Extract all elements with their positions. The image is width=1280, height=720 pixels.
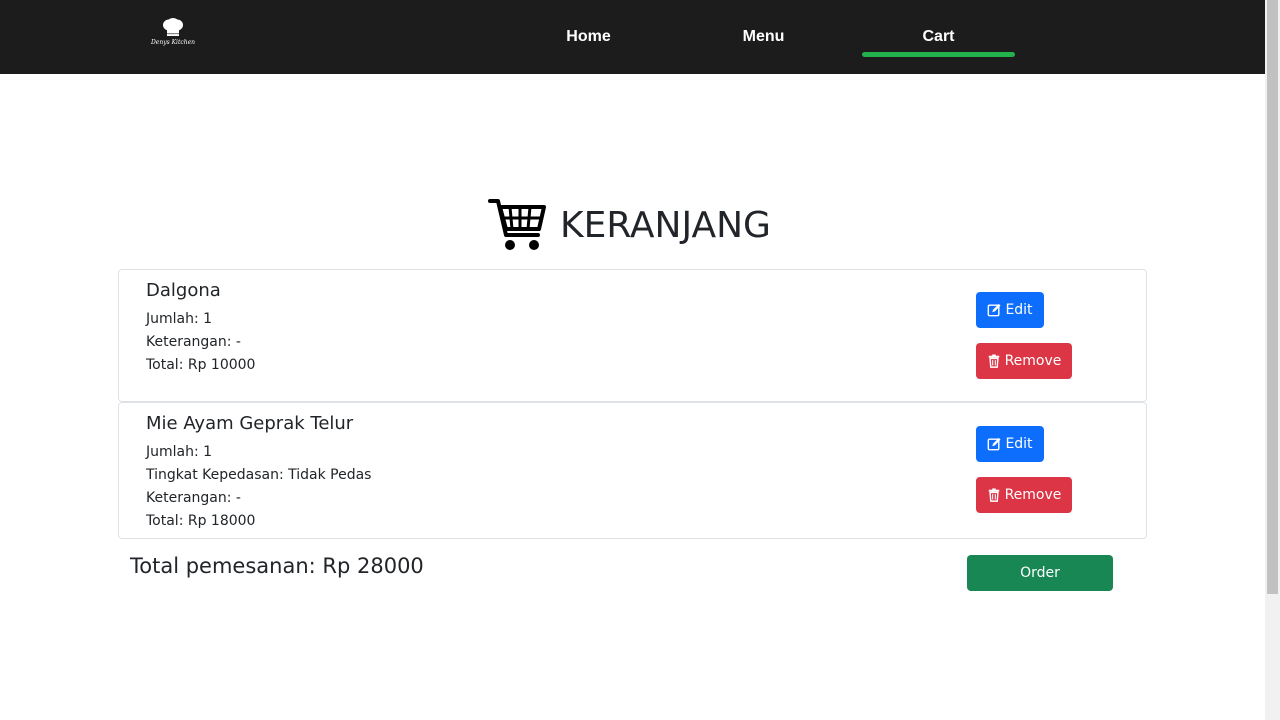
remove-button[interactable]: Remove xyxy=(976,343,1072,379)
page-title: KERANJANG xyxy=(560,204,771,246)
item-quantity: Jumlah: 1 xyxy=(146,311,213,327)
edit-button[interactable]: Edit xyxy=(976,426,1044,462)
item-name: Dalgona xyxy=(146,280,221,301)
order-button[interactable]: Order xyxy=(967,555,1113,591)
trash-icon xyxy=(988,488,999,502)
shopping-cart-icon xyxy=(488,199,546,250)
page-heading: KERANJANG xyxy=(488,194,771,256)
edit-icon xyxy=(988,303,1001,317)
scrollbar-thumb[interactable] xyxy=(1267,0,1278,594)
remove-button[interactable]: Remove xyxy=(976,477,1072,513)
brand-logo[interactable]: Denys Kitchen xyxy=(150,18,196,54)
item-spice-level: Tingkat Kepedasan: Tidak Pedas xyxy=(146,467,372,483)
cart-item-card: Mie Ayam Geprak Telur Jumlah: 1 Tingkat … xyxy=(118,402,1147,539)
edit-label: Edit xyxy=(1005,302,1033,318)
remove-label: Remove xyxy=(1004,353,1062,369)
item-note: Keterangan: - xyxy=(146,490,241,506)
remove-label: Remove xyxy=(1004,487,1062,503)
item-total: Total: Rp 18000 xyxy=(146,513,256,529)
page-scrollbar[interactable] xyxy=(1265,0,1280,720)
cart-item-card: Dalgona Jumlah: 1 Keterangan: - Total: R… xyxy=(118,269,1147,402)
top-navbar: Denys Kitchen Home Menu Cart xyxy=(0,0,1265,74)
nav-cart[interactable]: Cart xyxy=(862,0,1015,74)
nav-menu[interactable]: Menu xyxy=(687,0,840,74)
item-note: Keterangan: - xyxy=(146,334,241,350)
edit-button[interactable]: Edit xyxy=(976,292,1044,328)
brand-text: Denys Kitchen xyxy=(150,39,196,46)
order-total: Total pemesanan: Rp 28000 xyxy=(130,554,424,578)
trash-icon xyxy=(988,354,999,368)
item-quantity: Jumlah: 1 xyxy=(146,444,213,460)
edit-label: Edit xyxy=(1005,436,1033,452)
edit-icon xyxy=(988,437,1001,451)
chef-hat-icon xyxy=(163,18,183,36)
nav-home[interactable]: Home xyxy=(512,0,665,74)
item-total: Total: Rp 10000 xyxy=(146,357,256,373)
item-name: Mie Ayam Geprak Telur xyxy=(146,413,354,434)
